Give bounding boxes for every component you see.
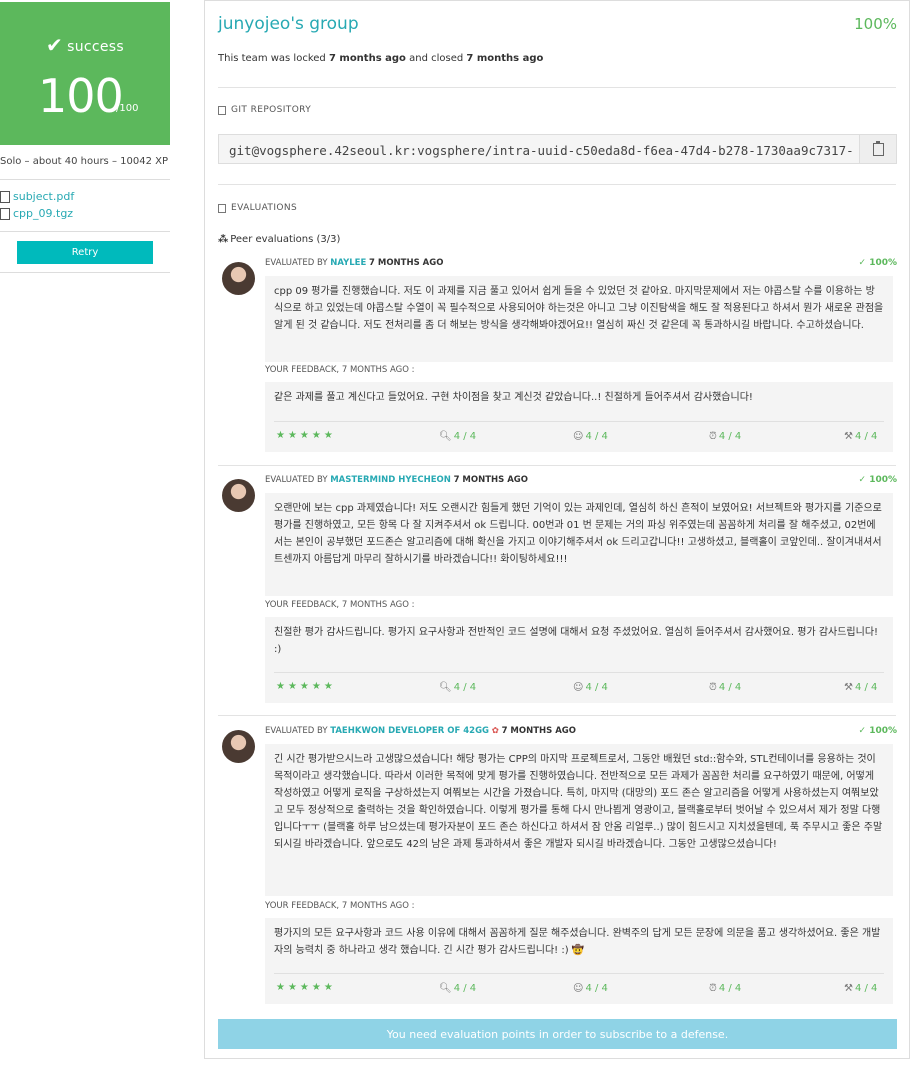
rating-interested: 🔍︎ 4 / 4	[439, 682, 477, 693]
rating-interested: 🔍︎ 4 / 4	[439, 983, 477, 994]
divider	[0, 272, 170, 273]
evaluation-comment: 긴 시간 평가받으시느라 고생많으셨습니다! 해당 평가는 CPP의 마지막 프…	[265, 744, 893, 896]
magnifier-icon: 🔍︎	[439, 431, 452, 442]
git-url-field[interactable]: git@vogsphere.42seoul.kr:vogsphere/intra…	[218, 134, 897, 164]
feedback-label: YOUR FEEDBACK, 7 MONTHS AGO :	[265, 365, 415, 375]
smiley-icon: ☺	[573, 682, 584, 693]
feedback-text: 친절한 평가 감사드립니다. 평가지 요구사항과 전반적인 코드 설명에 대해서…	[274, 627, 879, 655]
evaluation-comment: cpp 09 평가를 진행했습니다. 저도 이 과제를 지금 풀고 있어서 쉽게…	[265, 276, 893, 362]
feedback-ratings: ★★★★★ 🔍︎ 4 / 4 ☺ 4 / 4 ⏰︎ 4 / 4 ⚒ 4 / 4	[274, 973, 884, 1004]
evaluator-login[interactable]: NAYLEE	[330, 258, 366, 268]
feedback-text: 같은 과제를 풀고 계신다고 들었어요. 구현 차이점을 찾고 계신것 같았습니…	[274, 392, 753, 403]
evaluation-score: ✓ 100%	[858, 475, 898, 485]
feedback-box: 평가지의 모든 요구사항과 코드 사용 이유에 대해서 꼼꼼하게 질문 해주셨습…	[265, 918, 893, 1004]
file-icon	[0, 190, 10, 203]
evaluator-line: EVALUATED BY MASTERMIND HYECHEON 7 MONTH…	[265, 475, 529, 485]
rating-nice: ☺ 4 / 4	[573, 682, 608, 693]
file-icon	[0, 207, 10, 220]
divider	[218, 87, 896, 88]
lock-status: This team was locked 7 months ago and cl…	[218, 53, 544, 64]
divider	[0, 231, 170, 232]
clock-icon: ⏰︎	[709, 431, 717, 442]
clipboard-icon	[872, 140, 884, 156]
smiley-icon: ☺	[573, 983, 584, 994]
evaluator-line: EVALUATED BY NAYLEE 7 MONTHS AGO	[265, 258, 444, 268]
evaluation-comment: 오랜만에 보는 cpp 과제였습니다! 저도 오랜시간 힘들게 했던 기억이 있…	[265, 493, 893, 596]
evaluator-login[interactable]: TAEHKWON DEVELOPER OF 42GG	[330, 726, 489, 736]
star-rating: ★★★★★	[276, 681, 336, 692]
status-label: success	[67, 39, 124, 55]
smiley-icon: ☺	[573, 431, 584, 442]
check-icon: ✓	[858, 258, 870, 268]
feedback-ratings: ★★★★★ 🔍︎ 4 / 4 ☺ 4 / 4 ⏰︎ 4 / 4 ⚒ 4 / 4	[274, 672, 884, 703]
feedback-label: YOUR FEEDBACK, 7 MONTHS AGO :	[265, 600, 415, 610]
rating-rigorous: ⚒ 4 / 4	[844, 431, 878, 442]
feedback-text: 평가지의 모든 요구사항과 코드 사용 이유에 대해서 꼼꼼하게 질문 해주셨습…	[274, 928, 881, 956]
avatar[interactable]	[222, 730, 255, 763]
evaluator-line: EVALUATED BY TAEHKWON DEVELOPER OF 42GG …	[265, 726, 577, 736]
star-rating: ★★★★★	[276, 982, 336, 993]
check-icon: ✓	[858, 475, 870, 485]
rating-rigorous: ⚒ 4 / 4	[844, 682, 878, 693]
score-max: /100	[116, 103, 139, 114]
flower-icon: ✿	[491, 726, 499, 736]
evaluator-login[interactable]: MASTERMIND HYECHEON	[330, 475, 451, 485]
feedback-box: 같은 과제를 풀고 계신다고 들었어요. 구현 차이점을 찾고 계신것 같았습니…	[265, 382, 893, 452]
avatar[interactable]	[222, 262, 255, 295]
rating-punctual: ⏰︎ 4 / 4	[709, 682, 742, 693]
team-panel: junyojeo's group 100% This team was lock…	[204, 0, 910, 1059]
checkbox-icon	[218, 203, 226, 213]
clock-icon: ⏰︎	[709, 682, 717, 693]
rating-nice: ☺ 4 / 4	[573, 431, 608, 442]
file-link-tarball[interactable]: cpp_09.tgz	[0, 207, 73, 220]
hammer-icon: ⚒	[844, 682, 853, 693]
team-title[interactable]: junyojeo's group	[218, 14, 359, 34]
hammer-icon: ⚒	[844, 431, 853, 442]
evaluation-score: ✓ 100%	[858, 258, 898, 268]
clock-icon: ⏰︎	[709, 983, 717, 994]
rating-punctual: ⏰︎ 4 / 4	[709, 431, 742, 442]
defense-subscribe-notice[interactable]: You need evaluation points in order to s…	[218, 1019, 897, 1049]
check-icon: ✔	[46, 33, 64, 57]
rating-nice: ☺ 4 / 4	[573, 983, 608, 994]
magnifier-icon: 🔍︎	[439, 682, 452, 693]
git-url[interactable]: git@vogsphere.42seoul.kr:vogsphere/intra…	[229, 143, 853, 158]
final-score: 100	[38, 69, 124, 123]
copy-button[interactable]	[859, 135, 896, 163]
evaluation-card: EVALUATED BY MASTERMIND HYECHEON 7 MONTH…	[219, 473, 897, 707]
hammer-icon: ⚒	[844, 983, 853, 994]
divider	[218, 184, 896, 185]
feedback-box: 친절한 평가 감사드립니다. 평가지 요구사항과 전반적인 코드 설명에 대해서…	[265, 617, 893, 703]
project-meta: Solo – about 40 hours – 10042 XP	[0, 156, 168, 167]
magnifier-icon: 🔍︎	[439, 983, 452, 994]
check-icon: ✓	[858, 726, 870, 736]
evaluation-card: EVALUATED BY TAEHKWON DEVELOPER OF 42GG …	[219, 724, 897, 1009]
divider	[0, 179, 170, 180]
score-box: ✔ success 100 /100	[0, 2, 170, 145]
git-heading: GIT REPOSITORY	[218, 105, 311, 115]
feedback-label: YOUR FEEDBACK, 7 MONTHS AGO :	[265, 901, 415, 911]
evaluation-card: EVALUATED BY NAYLEE 7 MONTHS AGO ✓ 100% …	[219, 256, 897, 456]
peer-evaluations-heading: ⁂ Peer evaluations (3/3)	[218, 234, 341, 245]
git-icon	[218, 105, 226, 115]
feedback-ratings: ★★★★★ 🔍︎ 4 / 4 ☺ 4 / 4 ⏰︎ 4 / 4 ⚒ 4 / 4	[274, 421, 884, 452]
rating-interested: 🔍︎ 4 / 4	[439, 431, 477, 442]
divider	[218, 465, 896, 466]
rating-rigorous: ⚒ 4 / 4	[844, 983, 878, 994]
evaluation-score: ✓ 100%	[858, 726, 898, 736]
rating-punctual: ⏰︎ 4 / 4	[709, 983, 742, 994]
team-percent: 100%	[854, 15, 897, 33]
network-icon: ⁂	[218, 234, 229, 245]
retry-button[interactable]: Retry	[17, 241, 153, 264]
star-rating: ★★★★★	[276, 430, 336, 441]
file-link-subject[interactable]: subject.pdf	[0, 190, 74, 203]
avatar[interactable]	[222, 479, 255, 512]
evaluations-heading: EVALUATIONS	[218, 203, 297, 213]
divider	[218, 715, 896, 716]
